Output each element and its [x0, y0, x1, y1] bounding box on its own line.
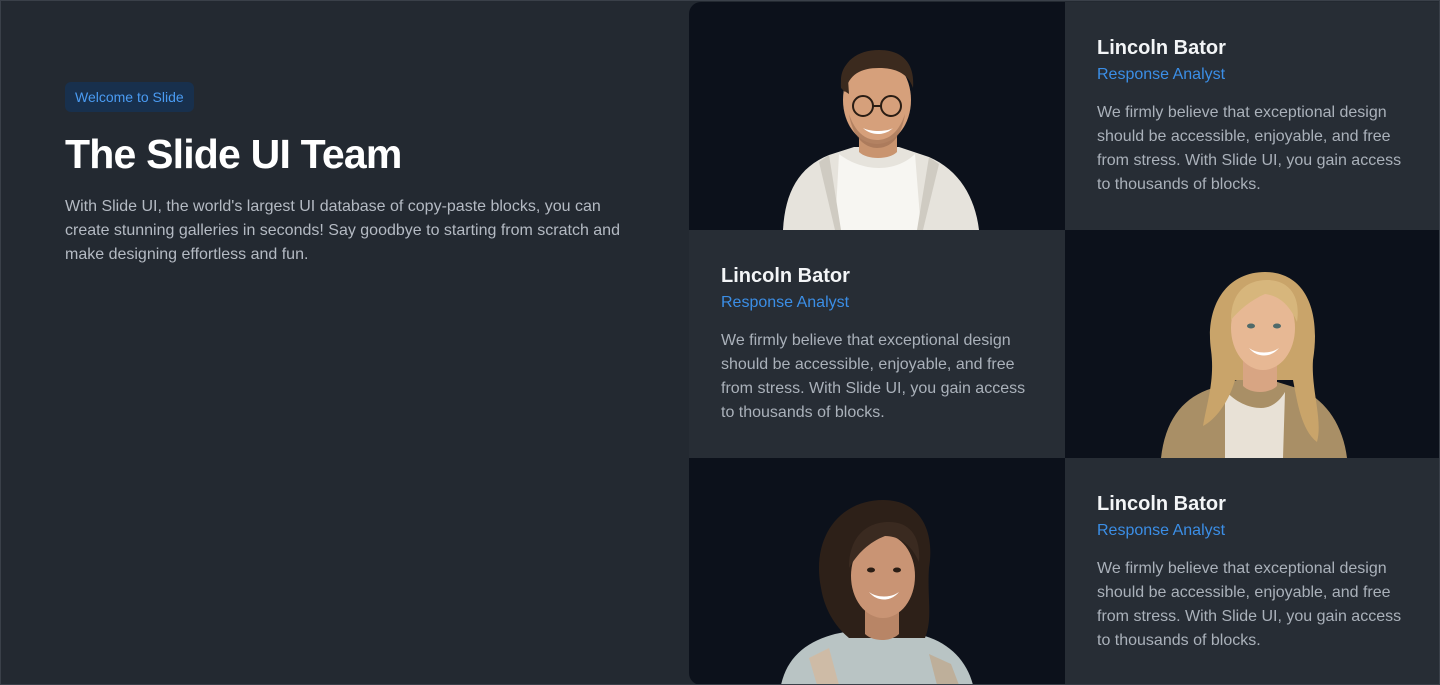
- intro-description: With Slide UI, the world's largest UI da…: [65, 198, 620, 263]
- woman-blonde-portrait-image: [1161, 272, 1347, 458]
- team-grid: Lincoln Bator Response Analyst We firmly…: [689, 2, 1439, 684]
- member-name: Lincoln Bator: [1097, 37, 1226, 59]
- woman-brunette-portrait-image: [781, 500, 973, 684]
- member-photo-2: [1065, 230, 1439, 458]
- member-card-3: Lincoln Bator Response Analyst We firmly…: [1065, 458, 1439, 684]
- member-name: Lincoln Bator: [1097, 493, 1226, 515]
- welcome-badge: Welcome to Slide: [65, 82, 194, 112]
- member-card-1: Lincoln Bator Response Analyst We firmly…: [1065, 2, 1439, 230]
- member-name: Lincoln Bator: [721, 265, 850, 287]
- team-section: Welcome to Slide The Slide UI Team With …: [0, 0, 1440, 685]
- member-bio: We firmly believe that exceptional desig…: [721, 332, 1026, 421]
- member-card-2: Lincoln Bator Response Analyst We firmly…: [689, 230, 1065, 458]
- member-photo-3: [689, 458, 1065, 684]
- member-role: Response Analyst: [1097, 66, 1226, 83]
- member-role: Response Analyst: [721, 294, 850, 311]
- member-photo-1: [689, 2, 1065, 230]
- page-title: The Slide UI Team: [65, 131, 402, 177]
- member-role: Response Analyst: [1097, 522, 1226, 539]
- member-bio: We firmly believe that exceptional desig…: [1097, 560, 1402, 649]
- man-portrait-image: [783, 50, 979, 230]
- intro-block: Welcome to Slide The Slide UI Team With …: [65, 82, 625, 267]
- member-bio: We firmly believe that exceptional desig…: [1097, 104, 1402, 193]
